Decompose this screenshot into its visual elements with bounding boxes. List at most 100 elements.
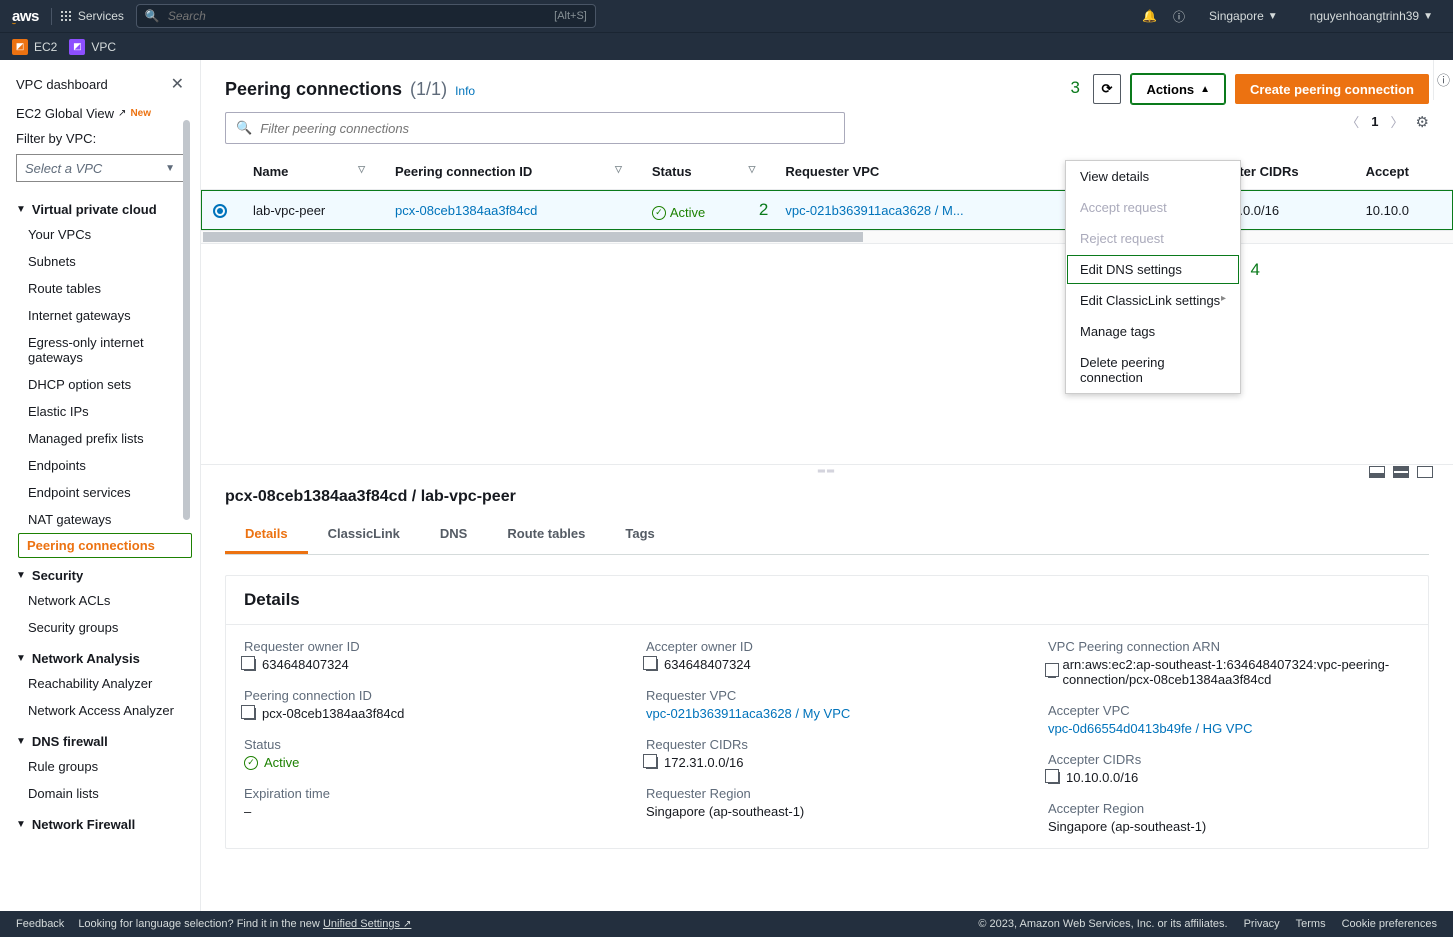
sidebar-item-network-acls[interactable]: Network ACLs xyxy=(0,587,200,614)
menu-manage-tags[interactable]: Manage tags xyxy=(1066,316,1240,347)
menu-edit-classiclink[interactable]: Edit ClassicLink settings xyxy=(1066,285,1240,316)
layout-split-button[interactable] xyxy=(1393,466,1409,478)
sidebar-item-egress-only-gateways[interactable]: Egress-only internet gateways xyxy=(0,329,200,371)
privacy-link[interactable]: Privacy xyxy=(1244,918,1280,930)
sidebar-vpc-dashboard[interactable]: VPC dashboard xyxy=(16,77,108,92)
copy-icon[interactable] xyxy=(646,757,658,769)
tab-classiclink[interactable]: ClassicLink xyxy=(308,516,420,554)
sidebar-group-network-analysis[interactable]: ▼Network Analysis xyxy=(0,641,200,670)
sidebar-item-subnets[interactable]: Subnets xyxy=(0,248,200,275)
val-acc-vpc-link[interactable]: vpc-0d66554d0413b49fe / HG VPC xyxy=(1048,721,1410,736)
copy-icon[interactable] xyxy=(1048,772,1060,784)
search-icon: 🔍 xyxy=(236,120,252,136)
sidebar-item-managed-prefix-lists[interactable]: Managed prefix lists xyxy=(0,425,200,452)
cell-reqvpc-link[interactable]: vpc-021b363911aca3628 / M... xyxy=(785,203,963,218)
copy-icon[interactable] xyxy=(244,708,256,720)
create-peering-button[interactable]: Create peering connection xyxy=(1235,74,1429,104)
sidebar-collapse-icon[interactable]: ✕ xyxy=(171,74,184,94)
tab-tags[interactable]: Tags xyxy=(605,516,674,554)
layout-full-button[interactable] xyxy=(1417,466,1433,478)
menu-view-details[interactable]: View details xyxy=(1066,161,1240,192)
sidebar-item-nat-gateways[interactable]: NAT gateways xyxy=(0,506,200,533)
menu-edit-dns-settings[interactable]: Edit DNS settings 4 xyxy=(1066,254,1240,285)
cell-pcx-link[interactable]: pcx-08ceb1384aa3f84cd xyxy=(395,203,537,218)
menu-delete-peering[interactable]: Delete peering connection xyxy=(1066,347,1240,393)
filter-input[interactable] xyxy=(260,121,834,136)
tab-dns[interactable]: DNS xyxy=(420,516,487,554)
sidebar-group-security[interactable]: ▼Security xyxy=(0,558,200,587)
horizontal-scrollbar[interactable] xyxy=(201,230,1453,244)
col-status[interactable]: Status▽ xyxy=(640,154,773,190)
col-accepter-cidrs[interactable]: Accept xyxy=(1354,154,1453,190)
lbl-acc-vpc: Accepter VPC xyxy=(1048,703,1410,718)
sidebar-group-network-firewall[interactable]: ▼Network Firewall xyxy=(0,807,200,836)
lbl-acc-cidr: Accepter CIDRs xyxy=(1048,752,1410,767)
info-panel-toggle[interactable]: ⓘ xyxy=(1433,60,1453,100)
filter-vpc-select[interactable]: Select a VPC ▼ xyxy=(16,154,184,182)
val-req-cidr: 172.31.0.0/16 xyxy=(664,755,744,770)
favorite-vpc[interactable]: ◩ VPC xyxy=(69,39,116,55)
split-handle[interactable]: ══ xyxy=(201,464,1453,478)
sidebar-item-endpoints[interactable]: Endpoints xyxy=(0,452,200,479)
account-menu[interactable]: nguyenhoangtrinh39▼ xyxy=(1302,9,1441,23)
unified-settings-link[interactable]: Unified Settings ↗ xyxy=(323,918,412,930)
cell-name: lab-vpc-peer xyxy=(241,190,383,231)
lbl-acc-region: Accepter Region xyxy=(1048,801,1410,816)
val-acc-region: Singapore (ap-southeast-1) xyxy=(1048,819,1410,834)
sidebar-item-your-vpcs[interactable]: Your VPCs xyxy=(0,221,200,248)
sidebar-item-peering-connections[interactable]: Peering connections xyxy=(18,533,192,558)
refresh-button[interactable]: ⟳ xyxy=(1093,74,1122,104)
table-settings-button[interactable]: ⚙ xyxy=(1416,113,1429,131)
search-input[interactable] xyxy=(168,9,546,23)
sidebar-item-rule-groups[interactable]: Rule groups xyxy=(0,753,200,780)
favorite-ec2[interactable]: ◩ EC2 xyxy=(12,39,57,55)
layout-bottom-button[interactable] xyxy=(1369,466,1385,478)
region-selector[interactable]: Singapore▼ xyxy=(1201,9,1286,23)
sidebar-item-internet-gateways[interactable]: Internet gateways xyxy=(0,302,200,329)
sidebar-item-reachability-analyzer[interactable]: Reachability Analyzer xyxy=(0,670,200,697)
tab-route-tables[interactable]: Route tables xyxy=(487,516,605,554)
scrollbar-thumb[interactable] xyxy=(183,120,190,520)
sidebar-item-security-groups[interactable]: Security groups xyxy=(0,614,200,641)
global-view-label: EC2 Global View xyxy=(16,106,114,121)
col-pcx-id[interactable]: Peering connection ID▽ xyxy=(383,154,640,190)
lbl-req-cidr: Requester CIDRs xyxy=(646,737,1008,752)
cookie-prefs-link[interactable]: Cookie preferences xyxy=(1342,918,1437,930)
prev-page-button[interactable]: 〈 xyxy=(1346,112,1359,131)
col-name[interactable]: Name▽ xyxy=(241,154,383,190)
peering-table: Name▽ Peering connection ID▽ Status▽ Req… xyxy=(201,154,1453,230)
sidebar-ec2-global-view[interactable]: EC2 Global View ↗ New xyxy=(0,100,200,127)
ec2-label: EC2 xyxy=(34,40,57,54)
sidebar-group-dns-firewall[interactable]: ▼DNS firewall xyxy=(0,724,200,753)
sidebar-group-virtual-private-cloud[interactable]: ▼Virtual private cloud xyxy=(0,192,200,221)
notifications-icon[interactable]: 🔔 xyxy=(1142,9,1157,23)
table-filter[interactable]: 🔍 xyxy=(225,112,845,144)
global-search[interactable]: 🔍 [Alt+S] xyxy=(136,4,596,28)
sidebar-item-network-access-analyzer[interactable]: Network Access Analyzer xyxy=(0,697,200,724)
annotation-3: 3 xyxy=(1071,78,1080,98)
tab-details[interactable]: Details xyxy=(225,516,308,554)
services-menu[interactable]: Services xyxy=(60,9,124,23)
aws-logo[interactable]: aws⌣ xyxy=(12,8,52,25)
row-radio[interactable] xyxy=(213,204,227,218)
table-row[interactable]: lab-vpc-peer pcx-08ceb1384aa3f84cd ✓Acti… xyxy=(201,190,1453,231)
val-req-vpc-link[interactable]: vpc-021b363911aca3628 / My VPC xyxy=(646,706,1008,721)
actions-button[interactable]: Actions ▲ xyxy=(1131,74,1225,104)
col-requester-vpc[interactable]: Requester VPC xyxy=(773,154,1071,190)
terms-link[interactable]: Terms xyxy=(1296,918,1326,930)
help-icon[interactable]: ⓘ xyxy=(1173,8,1185,25)
sidebar-item-endpoint-services[interactable]: Endpoint services xyxy=(0,479,200,506)
sidebar-item-dhcp-option-sets[interactable]: DHCP option sets xyxy=(0,371,200,398)
sidebar-item-domain-lists[interactable]: Domain lists xyxy=(0,780,200,807)
copy-icon[interactable] xyxy=(244,659,256,671)
feedback-link[interactable]: Feedback xyxy=(16,918,64,930)
copy-icon[interactable] xyxy=(1048,666,1056,678)
copy-icon[interactable] xyxy=(646,659,658,671)
sidebar-item-route-tables[interactable]: Route tables xyxy=(0,275,200,302)
info-link[interactable]: Info xyxy=(455,84,475,98)
sidebar-item-elastic-ips[interactable]: Elastic IPs xyxy=(0,398,200,425)
copyright: © 2023, Amazon Web Services, Inc. or its… xyxy=(978,918,1227,930)
next-page-button[interactable]: 〉 xyxy=(1391,112,1404,131)
details-panel-title: Details xyxy=(226,576,1428,625)
search-shortcut: [Alt+S] xyxy=(554,10,587,22)
